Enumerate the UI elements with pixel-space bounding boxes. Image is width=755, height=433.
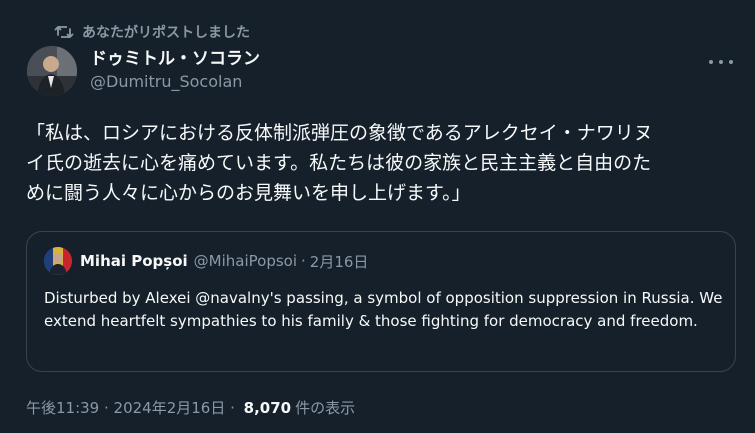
- more-dot: [709, 60, 713, 64]
- author-avatar[interactable]: [27, 46, 77, 96]
- quoted-tweet-text: Disturbed by Alexei @navalny's passing, …: [44, 289, 723, 330]
- tweet: あなたがリポストしました ドゥミトル・ソコラン @Dumitru_Socolan…: [0, 0, 755, 433]
- quoted-date: 2月16日: [309, 252, 369, 271]
- meta-separator: ·: [99, 398, 114, 417]
- tweet-meta: 午後11:39 · 2024年2月16日 · 8,070 件の表示: [26, 397, 355, 418]
- quoted-separator: ·: [301, 252, 306, 270]
- quoted-author-avatar: [44, 247, 72, 275]
- author-name[interactable]: ドゥミトル・ソコラン: [90, 47, 260, 71]
- quoted-tweet-header: Mihai Popșoi @MihaiPopsoi · 2月16日: [44, 247, 368, 275]
- tweet-text: 「私は、ロシアにおける反体制派弾圧の象徴であるアレクセイ・ナワリヌ イ氏の逝去に…: [26, 122, 653, 204]
- repost-label: あなたがリポストしました: [82, 25, 250, 41]
- repost-indicator[interactable]: あなたがリポストしました: [54, 22, 250, 42]
- author-info[interactable]: ドゥミトル・ソコラン @Dumitru_Socolan: [90, 47, 260, 93]
- tweet-date[interactable]: 2024年2月16日: [114, 397, 226, 418]
- views-count[interactable]: 8,070: [244, 399, 291, 417]
- views-label[interactable]: 件の表示: [295, 397, 355, 418]
- author-handle[interactable]: @Dumitru_Socolan: [90, 71, 260, 93]
- more-dot: [729, 60, 733, 64]
- quoted-author-handle: @MihaiPopsoi: [193, 252, 298, 270]
- quoted-tweet[interactable]: Mihai Popșoi @MihaiPopsoi · 2月16日 Distur…: [26, 231, 736, 372]
- repost-icon: [54, 24, 74, 40]
- more-dot: [719, 60, 723, 64]
- tweet-time[interactable]: 午後11:39: [26, 397, 99, 418]
- meta-separator: ·: [225, 398, 240, 417]
- more-icon[interactable]: [709, 52, 733, 72]
- quoted-author-name: Mihai Popșoi: [80, 252, 188, 270]
